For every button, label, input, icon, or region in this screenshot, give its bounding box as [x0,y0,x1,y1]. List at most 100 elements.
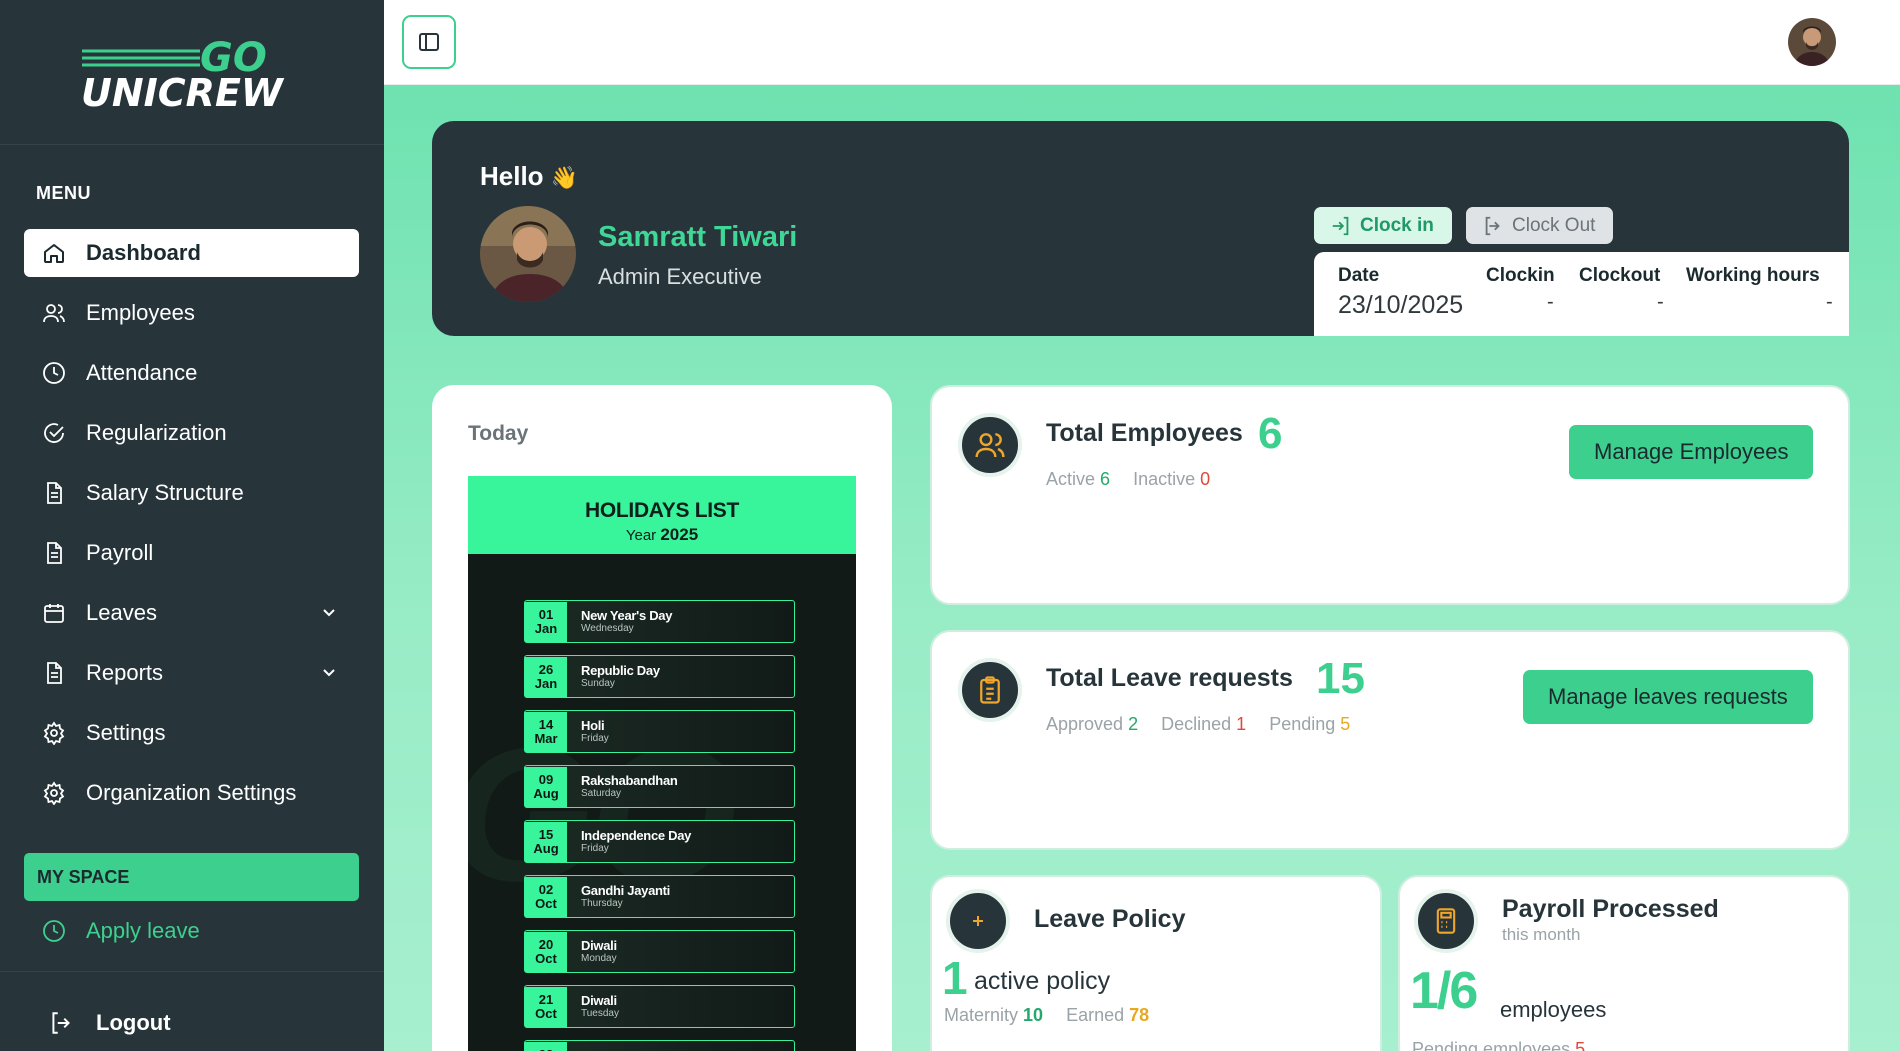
active-policy-label: active policy [974,967,1111,995]
holiday-day: 26 [538,662,554,677]
clock-icon [42,361,66,385]
payroll-processed-value: 1/6 [1410,962,1478,1020]
holiday-weekday: Tuesday [581,1008,619,1020]
holiday-row: 02 Oct Gandhi Jayanti Thursday [524,875,795,918]
clipboard-icon [958,658,1022,722]
panel-left-icon [419,33,439,51]
holiday-weekday: Friday [581,843,609,855]
holiday-day: 15 [538,827,554,842]
sidebar-item-employees[interactable]: Employees [24,289,359,337]
logout-button[interactable]: Logout [48,1010,171,1036]
sidebar-item-reports[interactable]: Reports [24,649,359,697]
sidebar-item-settings[interactable]: Settings [24,709,359,757]
holiday-day: 09 [538,772,554,787]
holiday-day: 01 [538,607,554,622]
clock-out-button[interactable]: Clock Out [1466,207,1614,244]
clock-in-label: Clock in [1360,214,1434,236]
holiday-weekday: Friday [581,733,609,745]
sidebar-item-leaves[interactable]: Leaves [24,589,359,637]
year-value: 2025 [660,525,699,544]
brand-logo[interactable]: GO UNICREW [0,0,384,145]
holiday-weekday: Monday [581,953,617,965]
holidays-year: Year 2025 [468,525,856,545]
value-date: 23/10/2025 [1338,291,1464,319]
logout-icon [1482,215,1504,237]
earned-label: Earned [1066,1005,1125,1025]
total-leave-requests-count: 15 [1316,654,1365,703]
sidebar-item-label: Settings [86,720,166,745]
plus-icon [946,889,1010,953]
sidebar: GO UNICREW MENU Dashboard Employees Atte… [0,0,384,1051]
maternity-count: 10 [1023,1005,1044,1025]
payroll-processed-subtitle: this month [1502,925,1581,944]
calendar-icon [42,601,66,625]
logout-icon [48,1010,74,1036]
sidebar-toggle-button[interactable] [402,15,456,69]
attendance-summary-table: Date Clockin Clockout Working hours 23/1… [1314,252,1849,336]
holiday-info: Diwali Tuesday [581,993,619,1020]
holiday-date: 20 Oct [525,931,567,972]
sidebar-item-organization-settings[interactable]: Organization Settings [24,769,359,817]
holiday-name: Rakshabandhan [581,772,678,788]
holiday-month: Aug [533,841,559,856]
payroll-employees-label: employees [1500,997,1607,1022]
holiday-month: Jan [534,676,558,691]
earned-count: 78 [1129,1005,1150,1025]
sidebar-item-dashboard[interactable]: Dashboard [24,229,359,277]
my-space-section: MY SPACE [24,853,359,901]
sidebar-item-attendance[interactable]: Attendance [24,349,359,397]
active-count: 6 [1100,469,1111,489]
wave-icon: 👋 [550,165,579,190]
pending-label: Pending [1269,714,1336,734]
policy-breakdown: Maternity 10 Earned 78 [944,1005,1149,1026]
holiday-info: Holi Friday [581,718,609,745]
header-clockout: Clockout [1579,265,1661,286]
sidebar-divider [0,971,384,972]
holiday-day: 02 [538,882,554,897]
year-label: Year [625,527,657,544]
manage-employees-button[interactable]: Manage Employees [1569,425,1814,479]
document-icon [42,541,66,565]
maternity-label: Maternity [944,1005,1019,1025]
user-name: Samratt Tiwari [598,221,798,253]
total-employees-card: Total Employees 6 Active 6 Inactive 0 Ma… [930,385,1850,605]
header-clockin: Clockin [1486,265,1555,286]
menu-title: MENU [36,183,91,203]
home-icon [42,241,66,265]
holiday-date: 26 Jan [525,656,567,697]
holiday-date: 01 Jan [525,601,567,642]
holiday-weekday: Thursday [581,898,623,910]
holiday-date: 09 Aug [525,766,567,807]
holiday-row: 09 Aug Rakshabandhan Saturday [524,765,795,808]
login-icon [1330,215,1352,237]
sidebar-item-regularization[interactable]: Regularization [24,409,359,457]
chevron-down-icon[interactable] [319,602,339,622]
profile-avatar [480,206,576,302]
holiday-name: Republic Day [581,662,660,678]
holiday-row: 14 Mar Holi Friday [524,710,795,753]
inactive-count: 0 [1200,469,1211,489]
holiday-weekday: Sunday [581,678,615,690]
holiday-day: 21 [538,992,554,1007]
holidays-title: HOLIDAYS LIST [584,499,739,522]
holiday-name: New Year's Day [581,607,673,623]
greeting-text: Hello [480,161,544,191]
total-employees-title: Total Employees [1046,419,1243,447]
holiday-date: 21 Oct [525,986,567,1027]
holiday-date: 22Oct [525,1041,567,1051]
apply-leave-link[interactable]: Apply leave [42,918,200,944]
active-label: Active [1046,469,1096,489]
chevron-down-icon[interactable] [319,662,339,682]
user-avatar[interactable] [1788,18,1836,66]
clock-in-button[interactable]: Clock in [1314,207,1452,244]
gear-icon [42,721,66,745]
sidebar-item-payroll[interactable]: Payroll [24,529,359,577]
holidays-list-image: HOLIDAYS LIST Year 2025 GO 01 Jan New Year… [468,476,856,1051]
holiday-weekday: Saturday [581,788,622,800]
holiday-day: 14 [538,717,554,732]
sidebar-item-label: Dashboard [86,240,201,265]
document-icon [42,661,66,685]
holiday-name: Independence Day [581,827,692,843]
manage-leave-requests-button[interactable]: Manage leaves requests [1523,670,1813,724]
sidebar-item-salary-structure[interactable]: Salary Structure [24,469,359,517]
